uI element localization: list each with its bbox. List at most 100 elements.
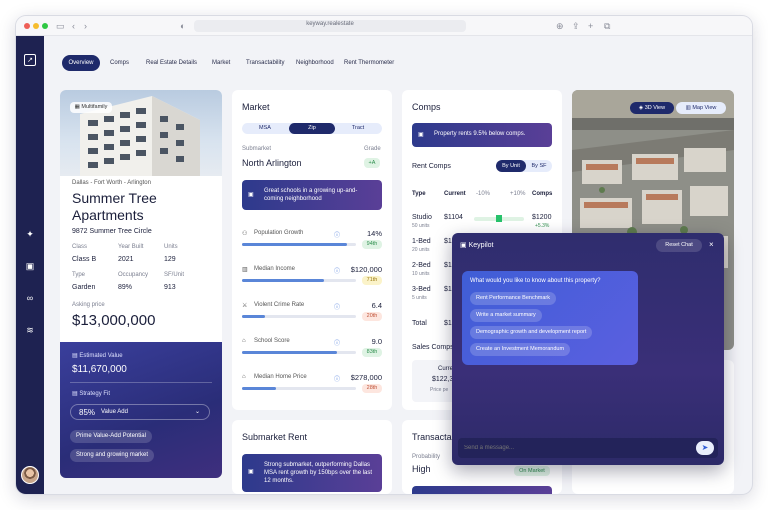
submarket-name: North Arlington bbox=[242, 158, 302, 168]
fact-value: 129 bbox=[164, 256, 176, 263]
toggle-by-sf[interactable]: By SF bbox=[527, 160, 551, 172]
strategy-fit-label: ▤ Strategy Fit bbox=[72, 391, 111, 397]
metric-value: 14% bbox=[366, 229, 382, 238]
fact-label: Type bbox=[72, 272, 86, 278]
share-icon[interactable]: ⇪ bbox=[572, 20, 580, 32]
reset-chat-button[interactable]: Reset Chat bbox=[656, 239, 702, 252]
info-icon[interactable]: ⓘ bbox=[334, 302, 340, 311]
close-icon[interactable]: × bbox=[709, 240, 714, 249]
row-type: 1-Bed bbox=[412, 238, 431, 245]
info-icon[interactable]: ⓘ bbox=[334, 230, 340, 239]
logo-icon[interactable]: ↗ bbox=[24, 54, 36, 66]
fact-label: Occupancy bbox=[118, 272, 149, 278]
suggestion-market-summary[interactable]: Write a market summary bbox=[470, 309, 542, 322]
minimize-window-button[interactable] bbox=[33, 23, 39, 29]
metric-bar bbox=[242, 387, 356, 390]
suggestion-investment-memo[interactable]: Create an Investment Memorandum bbox=[470, 343, 571, 356]
tab-comps[interactable]: Comps bbox=[110, 55, 129, 71]
strategy-fit-select[interactable]: 85% Value Add ⌄ bbox=[70, 404, 210, 420]
property-card: ▦ Multifamily Dallas - Fort Worth - Arli… bbox=[60, 90, 222, 478]
sales-price-label: Price pe bbox=[430, 387, 449, 393]
maximize-window-button[interactable] bbox=[42, 23, 48, 29]
sales-current-value: $122,3 bbox=[432, 376, 454, 383]
col-minus10: -10% bbox=[476, 191, 491, 197]
url-text: keyway.realestate bbox=[306, 21, 354, 27]
divider bbox=[70, 382, 212, 383]
app-window: ▭ ‹ › ◐ keyway.realestate ⊕ ⇪ + ⧉ ↗ ✦ ▣ … bbox=[16, 16, 752, 494]
school-icon: ⌂ bbox=[242, 338, 246, 344]
estimated-value: $11,670,000 bbox=[72, 364, 127, 375]
info-icon[interactable]: ⓘ bbox=[334, 266, 340, 275]
crime-icon: ⚔ bbox=[242, 303, 248, 309]
dashboard-icon[interactable]: ▣ bbox=[24, 260, 36, 272]
back-icon[interactable]: ‹ bbox=[72, 20, 75, 32]
tab-rent-thermometer[interactable]: Rent Thermometer bbox=[344, 55, 394, 71]
tab-neighborhood[interactable]: Neighborhood bbox=[296, 55, 334, 71]
row-type: 2-Bed bbox=[412, 262, 431, 269]
submarket-rent-card: Submarket Rent ▣ Strong submarket, outpe… bbox=[232, 420, 392, 494]
row-type: Studio bbox=[412, 214, 432, 221]
info-icon[interactable]: ⓘ bbox=[334, 374, 340, 383]
map-view-button[interactable]: ▥ Map View bbox=[676, 102, 726, 114]
metric-bar-fill bbox=[242, 315, 265, 318]
row-units: 5 units bbox=[412, 295, 427, 301]
send-icon[interactable]: ➤ bbox=[696, 441, 714, 455]
suggestion-rent-benchmark[interactable]: Rent Performance Benchmark bbox=[470, 292, 556, 305]
segment-msa[interactable]: MSA bbox=[250, 123, 280, 134]
sales-current-label: Curre bbox=[438, 366, 454, 372]
sidebar-toggle-icon[interactable]: ▭ bbox=[56, 20, 65, 32]
fact-label: Units bbox=[164, 244, 178, 250]
layers-icon[interactable]: ≋ bbox=[24, 324, 36, 336]
market-card: Market MSA Zip Tract Submarket Grade Nor… bbox=[232, 90, 392, 410]
col-plus10: +10% bbox=[510, 191, 526, 197]
market-banner-text: Great schools in a growing up-and-coming… bbox=[264, 188, 358, 202]
metric-label: School Score bbox=[254, 338, 290, 344]
shield-icon[interactable]: ◐ bbox=[180, 20, 185, 32]
3d-view-button[interactable]: ◈ 3D View bbox=[630, 102, 674, 114]
new-tab-icon[interactable]: + bbox=[588, 20, 593, 32]
comps-banner: ▣ Property rents 9.5% below comps. bbox=[412, 123, 552, 147]
chat-message-input[interactable] bbox=[464, 442, 684, 454]
market-banner: ▣ Great schools in a growing up-and-comi… bbox=[242, 180, 382, 210]
fact-label: Year Built bbox=[118, 244, 144, 250]
keypilot-message: What would you like to know about this p… bbox=[462, 271, 638, 365]
rent-comps-title: Rent Comps bbox=[412, 163, 451, 170]
row-current: $1104 bbox=[444, 214, 463, 221]
keypilot-chat-panel: ▣ Keypilot Reset Chat × What would you l… bbox=[452, 233, 724, 465]
segment-tract[interactable]: Tract bbox=[342, 123, 374, 134]
tab-real-estate-details[interactable]: Real Estate Details bbox=[146, 55, 197, 71]
strategy-chip[interactable]: Strong and growing market bbox=[70, 449, 155, 462]
metric-label: Median Income bbox=[254, 266, 296, 272]
keypilot-logo-icon: ▣ bbox=[460, 242, 469, 249]
on-market-badge: On Market bbox=[514, 466, 550, 476]
tab-overview[interactable]: Overview bbox=[62, 55, 100, 71]
fact-label: Class bbox=[72, 244, 88, 250]
suggestion-demographic-report[interactable]: Demographic growth and development repor… bbox=[470, 326, 593, 339]
info-icon[interactable]: ⓘ bbox=[334, 338, 340, 347]
address-bar[interactable]: keyway.realestate bbox=[194, 20, 466, 32]
tab-market[interactable]: Market bbox=[212, 55, 230, 71]
tab-overview-icon[interactable]: ⧉ bbox=[604, 20, 610, 32]
metric-value: 9.0 bbox=[371, 337, 382, 346]
submarket-rent-text: Strong submarket, outperforming Dallas M… bbox=[264, 462, 373, 484]
segment-zip[interactable]: Zip bbox=[289, 123, 335, 134]
sparkle-icon[interactable]: ✦ bbox=[24, 228, 36, 240]
keypilot-header: ▣ Keypilot bbox=[460, 242, 494, 249]
fact-value: 913 bbox=[164, 284, 176, 291]
row-type: 3-Bed bbox=[412, 286, 431, 293]
link-icon[interactable]: ∞ bbox=[24, 292, 36, 304]
strategy-chip[interactable]: Prime Value-Add Potential bbox=[70, 430, 152, 443]
grade-label: Grade bbox=[364, 146, 381, 152]
metric-percentile-badge: 94th bbox=[362, 240, 382, 249]
download-icon[interactable]: ⊕ bbox=[556, 20, 564, 32]
forward-icon[interactable]: › bbox=[84, 20, 87, 32]
total-label: Total bbox=[412, 320, 427, 327]
avatar[interactable] bbox=[21, 466, 39, 484]
probability-label: Probability bbox=[412, 454, 441, 460]
row-units: 20 units bbox=[412, 247, 430, 253]
close-window-button[interactable] bbox=[24, 23, 30, 29]
toggle-by-unit[interactable]: By Unit bbox=[496, 160, 526, 172]
row-units: 10 units bbox=[412, 271, 430, 277]
tab-transactability[interactable]: Transactability bbox=[246, 55, 284, 71]
asking-price: $13,000,000 bbox=[72, 312, 156, 329]
